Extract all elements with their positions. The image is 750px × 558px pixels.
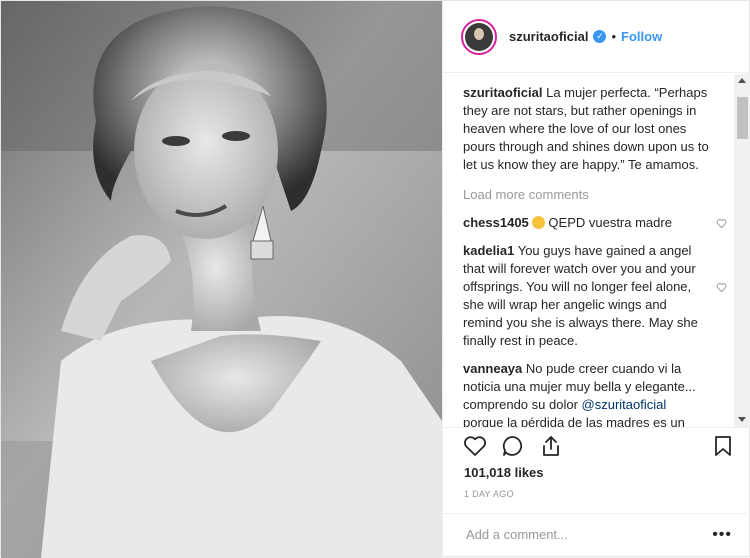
header-username[interactable]: szuritaoficial	[509, 29, 588, 44]
instagram-post: szuritaoficial ✓ • Follow szuritaoficial…	[0, 0, 750, 558]
comment-username[interactable]: vanneaya	[463, 361, 522, 376]
comment-text: You guys have gained a angel that will f…	[463, 243, 698, 348]
comment-mention[interactable]: @szuritaoficial	[582, 397, 667, 412]
profile-avatar[interactable]	[461, 18, 497, 55]
comments-list: szuritaoficial La mujer perfecta. “Perha…	[443, 74, 735, 427]
caption: szuritaoficial La mujer perfecta. “Perha…	[463, 84, 735, 174]
comment-username[interactable]: chess1405	[463, 215, 529, 230]
verified-badge-icon: ✓	[593, 30, 607, 43]
comment-item: kadelia1 You guys have gained a angel th…	[463, 242, 735, 350]
scroll-down-arrow-icon[interactable]	[738, 417, 746, 422]
bookmark-icon[interactable]	[711, 434, 735, 458]
comments-scrollbar[interactable]	[734, 74, 750, 427]
comment-like-icon[interactable]	[716, 218, 727, 229]
post-header: szuritaoficial ✓ • Follow	[443, 1, 750, 73]
post-photo[interactable]	[1, 1, 442, 558]
post-sidebar: szuritaoficial ✓ • Follow szuritaoficial…	[442, 1, 750, 558]
comment-username[interactable]: kadelia1	[463, 243, 514, 258]
more-options-icon[interactable]: •••	[712, 526, 732, 544]
comment-item: chess1405 QEPD vuestra madre	[463, 214, 735, 232]
scroll-up-arrow-icon[interactable]	[738, 78, 746, 83]
comment-text-continued: porque la pérdida de las madres es un do…	[463, 415, 685, 427]
add-comment-input[interactable]	[464, 526, 698, 543]
comment-item: vanneaya No pude creer cuando vi la noti…	[463, 360, 735, 427]
black-and-white-portrait	[1, 1, 442, 558]
add-comment-bar: •••	[443, 513, 750, 558]
post-actions: 101,018 likes 1 DAY AGO	[443, 427, 750, 517]
post-timestamp: 1 DAY AGO	[464, 489, 514, 499]
heart-icon[interactable]	[463, 434, 487, 458]
likes-count[interactable]: 101,018 likes	[464, 465, 544, 480]
scroll-thumb[interactable]	[737, 97, 748, 139]
caption-username[interactable]: szuritaoficial	[463, 85, 542, 100]
comment-icon[interactable]	[501, 434, 525, 458]
share-icon[interactable]	[539, 434, 563, 458]
comment-text: QEPD vuestra madre	[548, 215, 672, 230]
follow-button[interactable]: Follow	[621, 29, 662, 44]
sad-emoji-icon	[532, 216, 546, 229]
separator-dot: •	[611, 29, 617, 44]
comment-like-icon[interactable]	[716, 282, 727, 293]
load-more-comments-button[interactable]: Load more comments	[463, 186, 735, 204]
